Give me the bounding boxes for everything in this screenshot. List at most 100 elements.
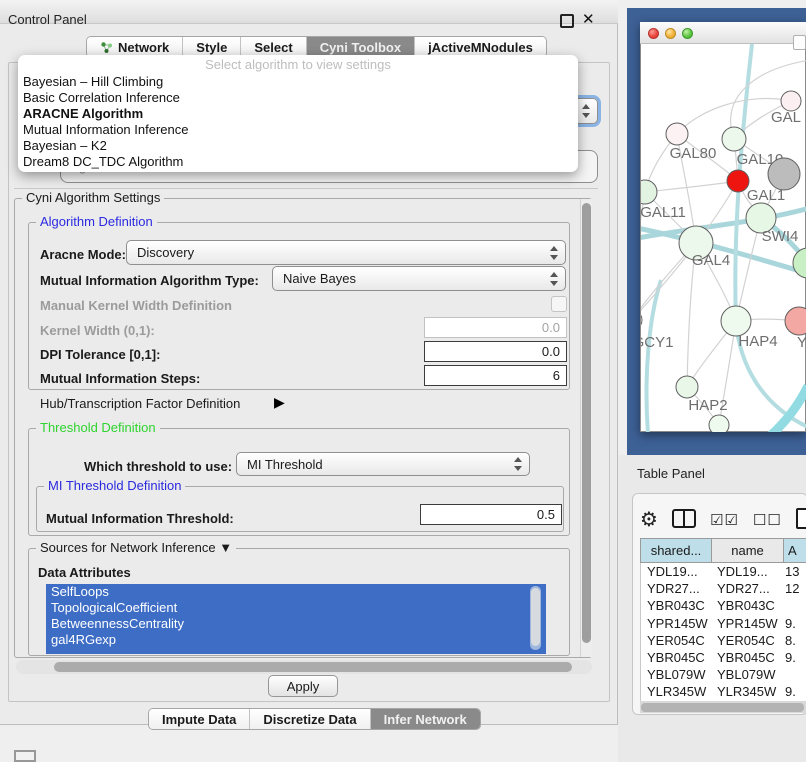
tab-network[interactable]: Network (87, 37, 182, 57)
table-cell: YDR27... (713, 580, 785, 597)
close-traffic-light-icon[interactable] (648, 28, 659, 39)
table-row[interactable]: YPR145WYPR145W9. (641, 615, 806, 632)
table-cell: 8. (785, 632, 806, 649)
node-gal80[interactable] (666, 123, 688, 145)
settings-vertical-scrollbar (580, 199, 592, 657)
sources-legend-text: Sources for Network Inference (40, 540, 216, 555)
table-horizontal-scrollbar-thumb[interactable] (641, 703, 804, 712)
float-window-icon[interactable] (560, 14, 574, 28)
aracne-mode-value: Discovery (127, 245, 549, 260)
tab-select[interactable]: Select (240, 37, 305, 57)
tab-style[interactable]: Style (182, 37, 240, 57)
split-columns-icon[interactable] (672, 509, 696, 531)
network-icon (100, 41, 113, 54)
node-swi4[interactable] (793, 248, 806, 278)
mi-steps-field[interactable]: 6 (424, 365, 567, 386)
column-header-shared[interactable]: shared... (640, 538, 712, 563)
minimized-panel-icon[interactable] (14, 750, 36, 762)
node-y[interactable] (785, 307, 806, 335)
network-canvas[interactable]: GALGAL80GAL10GAL1GAL11SWI4GAL4GCY1HAP4YH… (641, 44, 806, 432)
tab-cyni-toolbox[interactable]: Cyni Toolbox (306, 37, 414, 57)
collapse-arrow-icon[interactable]: ▼ (219, 540, 232, 555)
mi-threshold-label: Mutual Information Threshold: (46, 511, 234, 526)
which-threshold-combo[interactable]: MI Threshold (236, 452, 530, 476)
aracne-mode-label: Aracne Mode: (40, 247, 126, 262)
minimize-traffic-light-icon[interactable] (665, 28, 676, 39)
panel-divider (14, 188, 598, 189)
settings-vertical-scrollbar-thumb[interactable] (582, 203, 591, 643)
zoom-traffic-light-icon[interactable] (682, 28, 693, 39)
table-row[interactable]: YBR043CYBR043C (641, 597, 806, 614)
dpi-tolerance-field[interactable]: 0.0 (424, 341, 567, 362)
table-row[interactable]: YDR27...YDR27...12 (641, 580, 806, 597)
tab-impute-data[interactable]: Impute Data (149, 709, 249, 729)
algorithm-option-dream8-dc-tdc-algorithm[interactable]: Dream8 DC_TDC Algorithm (18, 154, 578, 170)
attribute-item-topologicalcoefficient[interactable]: TopologicalCoefficient (46, 600, 546, 616)
algorithm-option-basic-correlation-inference[interactable]: Basic Correlation Inference (18, 90, 578, 106)
select-all-icon[interactable]: ☑☑ (710, 513, 739, 528)
tab-discretize-data[interactable]: Discretize Data (249, 709, 369, 729)
gear-icon[interactable]: ⚙ (640, 510, 658, 530)
mi-threshold-definition-legend: MI Threshold Definition (44, 478, 185, 493)
table-cell: YBR045C (713, 649, 785, 666)
table-row[interactable]: YER054CYER054C8. (641, 632, 806, 649)
node-gal11[interactable] (641, 180, 657, 204)
node-unlabeled[interactable] (768, 158, 800, 190)
apply-button[interactable]: Apply (268, 675, 338, 697)
close-icon[interactable]: ✕ (582, 10, 595, 28)
combo-arrows-icon (581, 104, 590, 118)
algorithm-option-mutual-information-inference[interactable]: Mutual Information Inference (18, 122, 578, 138)
algorithm-definition-legend: Algorithm Definition (36, 214, 157, 229)
settings-horizontal-scrollbar-thumb[interactable] (54, 662, 572, 672)
node-label-y: Y (797, 334, 806, 351)
column-header-a[interactable]: A (784, 538, 806, 563)
deselect-all-icon[interactable]: ☐☐ (753, 513, 782, 528)
node-label-hap2: HAP2 (688, 397, 727, 414)
attributes-scrollbar-thumb[interactable] (531, 588, 540, 646)
attribute-item-selfloops[interactable]: SelfLoops (46, 584, 546, 600)
aracne-mode-combo[interactable]: Discovery (126, 240, 566, 265)
hub-transcription-factor-label: Hub/Transcription Factor Definition (40, 396, 240, 411)
attribute-item-betweennesscentrality[interactable]: BetweennessCentrality (46, 616, 546, 632)
table-cell: YLR345W (713, 683, 785, 700)
table-cell: 9. (785, 649, 806, 666)
tab-label: Impute Data (162, 712, 236, 727)
algorithm-option-aracne-algorithm[interactable]: ARACNE Algorithm (18, 106, 578, 122)
table-header: shared...nameA (640, 538, 806, 563)
table-row[interactable]: YLR345WYLR345W9. (641, 683, 806, 700)
node-hap2[interactable] (676, 376, 698, 398)
column-header-name[interactable]: name (712, 538, 784, 563)
table-cell: YPR145W (641, 615, 713, 632)
file-icon[interactable] (796, 508, 806, 532)
table-cell: 9. (785, 615, 806, 632)
tab-label: jActiveMNodules (428, 40, 533, 55)
tab-label: Select (254, 40, 292, 55)
tab-jactivemnodules[interactable]: jActiveMNodules (414, 37, 546, 57)
table-row[interactable]: YBR045CYBR045C9. (641, 649, 806, 666)
expand-arrow-icon[interactable]: ▶ (274, 394, 285, 411)
mi-threshold-field[interactable]: 0.5 (420, 504, 562, 525)
data-attributes-list[interactable]: SelfLoopsTopologicalCoefficientBetweenne… (46, 584, 546, 654)
node-unlabeled[interactable] (727, 170, 749, 192)
node-label-gal: GAL (771, 109, 801, 126)
table-row[interactable]: YDL19...YDL19...13 (641, 563, 806, 580)
node-label-gal4: GAL4 (692, 252, 730, 269)
dpi-tolerance-label: DPI Tolerance [0,1]: (40, 347, 160, 362)
mi-algorithm-type-combo[interactable]: Naive Bayes (272, 266, 566, 291)
attribute-item-gal4rgexp[interactable]: gal4RGexp (46, 632, 546, 648)
algorithm-option-bayesian-hill-climbing[interactable]: Bayesian – Hill Climbing (18, 74, 578, 90)
control-panel-title: Control Panel (8, 12, 87, 27)
node-gal[interactable] (781, 91, 801, 111)
node-gcy1[interactable] (641, 310, 642, 330)
node-hap4[interactable] (721, 306, 751, 336)
table-cell: 12 (785, 580, 806, 597)
table-row[interactable]: YBL079WYBL079W (641, 666, 806, 683)
tab-infer-network[interactable]: Infer Network (370, 709, 480, 729)
algorithm-dropdown-popup: Select algorithm to view settings Bayesi… (18, 55, 578, 172)
node-unlabeled[interactable] (709, 415, 729, 432)
node-gal10[interactable] (722, 127, 746, 151)
table-cell: YBR043C (641, 597, 713, 614)
algorithm-option-bayesian-k2[interactable]: Bayesian – K2 (18, 138, 578, 154)
node-label-swi4: SWI4 (762, 228, 799, 245)
node-label-gal80: GAL80 (670, 145, 717, 162)
